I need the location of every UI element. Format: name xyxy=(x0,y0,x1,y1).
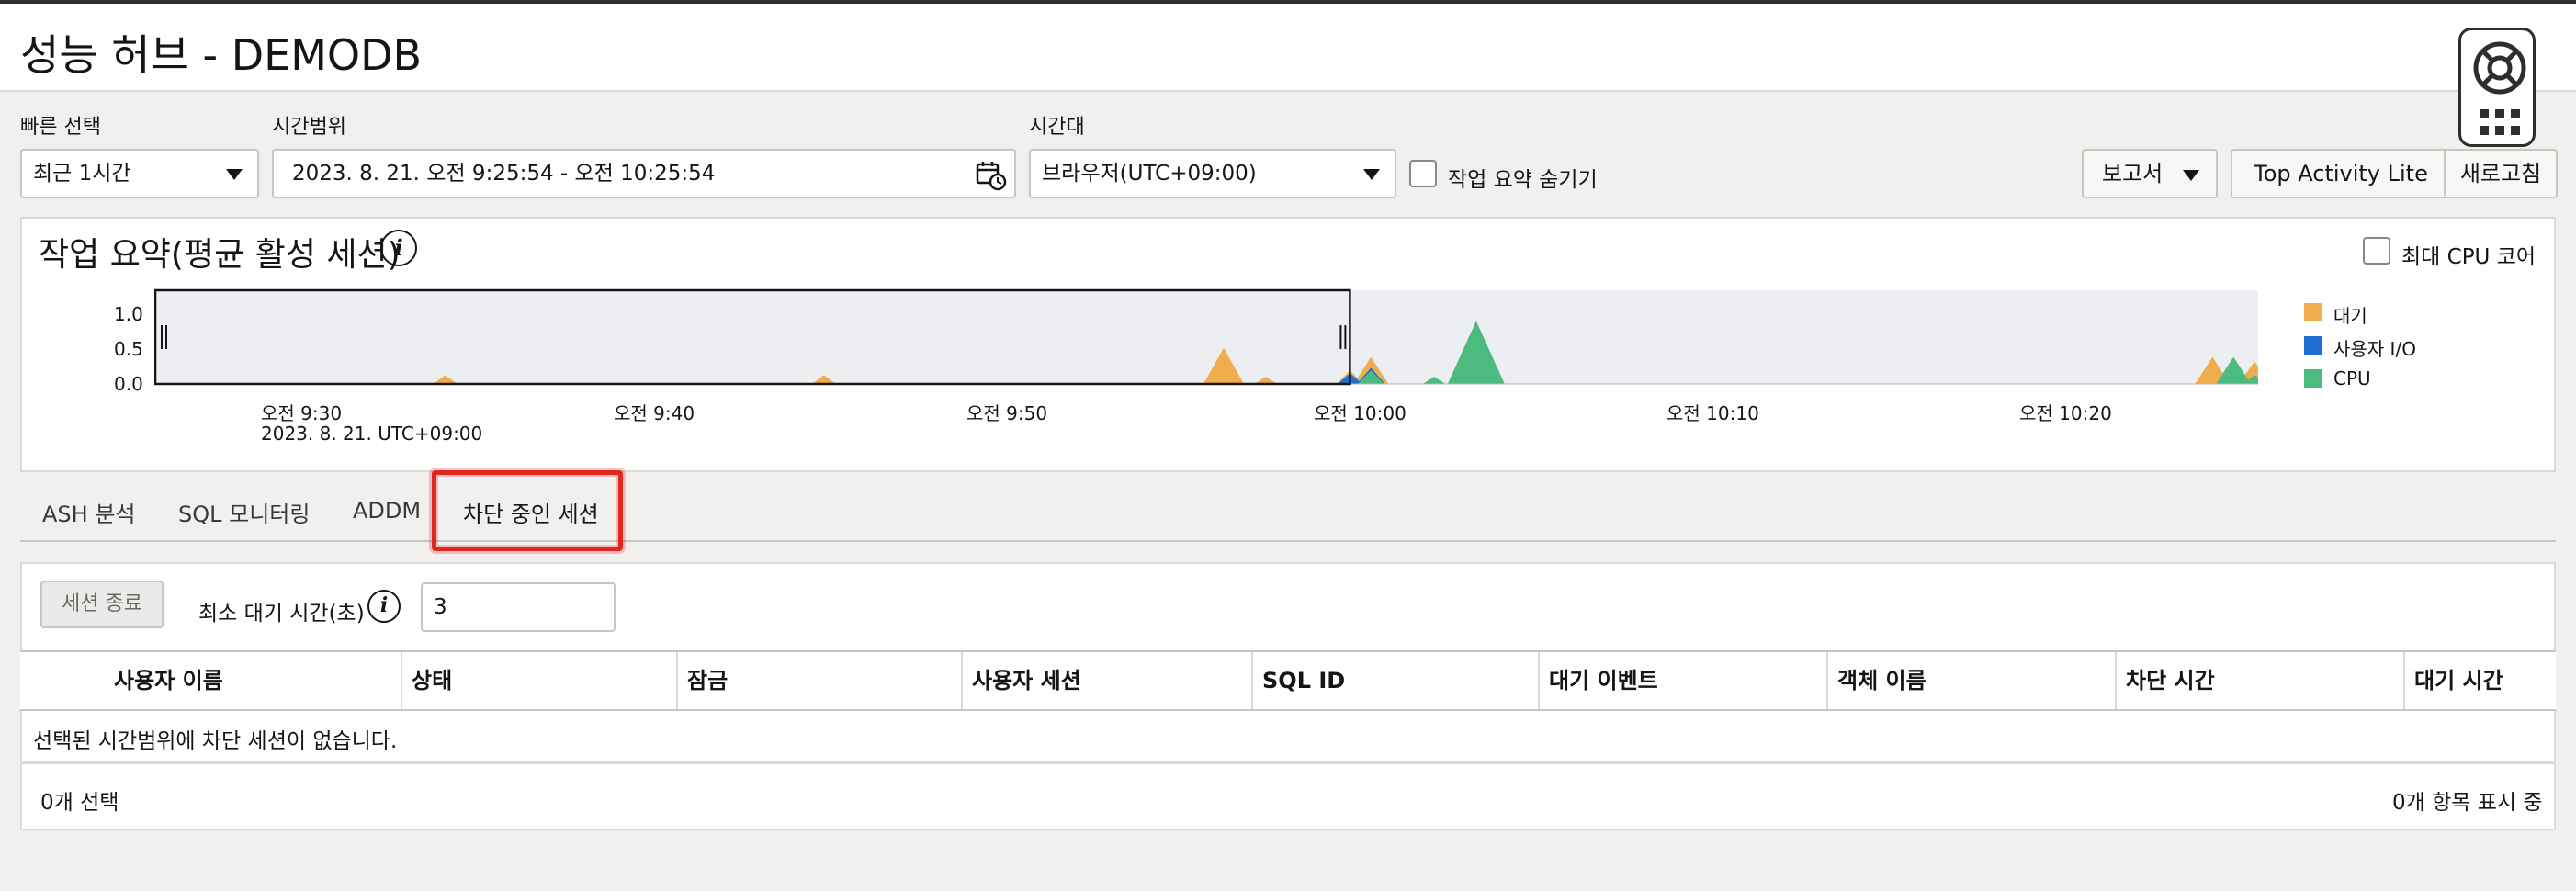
hide-summary-checkbox[interactable] xyxy=(1409,160,1437,187)
column-header[interactable]: 사용자 세션 xyxy=(961,652,1251,709)
info-icon[interactable]: i xyxy=(380,230,417,266)
highlight-annotation xyxy=(432,470,623,551)
y-tick-label: 0.0 xyxy=(114,373,143,395)
tab-ash-analysis[interactable]: ASH 분석 xyxy=(42,496,136,528)
chevron-down-icon xyxy=(1363,169,1380,180)
column-header[interactable]: 잠금 xyxy=(676,652,961,709)
chevron-down-icon xyxy=(2183,170,2199,181)
activity-summary-title: 작업 요약(평균 활성 세션) xyxy=(39,236,401,274)
legend-label-wait: 대기 xyxy=(2333,305,2367,327)
apps-grid-icon xyxy=(2480,109,2520,139)
column-header[interactable]: 상태 xyxy=(401,652,684,709)
end-session-button[interactable]: 세션 종료 xyxy=(40,581,164,628)
page-title: 성능 허브 - DEMODB xyxy=(20,30,423,80)
column-header[interactable]: 객체 이름 xyxy=(1826,652,2115,709)
chevron-down-icon xyxy=(226,169,243,180)
x-tick-label: 오전 9:30 xyxy=(261,402,343,424)
column-header[interactable]: SQL ID xyxy=(1251,652,1538,709)
empty-table-message: 선택된 시간범위에 차단 세션이 없습니다. xyxy=(33,729,398,753)
max-cpu-label: 최대 CPU 코어 xyxy=(2401,245,2536,269)
column-header[interactable]: 대기 시간 xyxy=(2403,652,2556,709)
x-tick-label: 오전 9:40 xyxy=(614,402,695,424)
blocking-table-header: 사용자 이름 상태 잠금 사용자 세션 SQL ID 대기 이벤트 객체 이름 … xyxy=(20,650,2556,711)
lifebuoy-icon xyxy=(2473,41,2526,95)
legend-swatch-cpu xyxy=(2304,369,2322,388)
activity-chart[interactable] xyxy=(154,287,2258,388)
shown-count: 0개 항목 표시 중 xyxy=(2392,791,2543,815)
page-header: 성능 허브 - DEMODB xyxy=(0,4,2576,92)
legend-label-cpu: CPU xyxy=(2333,367,2371,389)
column-header[interactable]: 차단 시간 xyxy=(2115,652,2403,709)
calendar-clock-icon[interactable] xyxy=(976,160,1007,191)
x-tick-label: 오전 10:00 xyxy=(1314,402,1407,424)
tab-addm[interactable]: ADDM xyxy=(353,498,421,524)
time-range-label: 시간범위 xyxy=(272,116,346,139)
quick-select-dropdown[interactable]: 최근 1시간 xyxy=(20,149,259,198)
legend-swatch-wait xyxy=(2304,303,2322,321)
tab-bar-divider xyxy=(20,540,2556,542)
time-range-picker[interactable]: 2023. 8. 21. 오전 9:25:54 - 오전 10:25:54 xyxy=(272,149,1016,198)
min-wait-label: 최소 대기 시간(초) xyxy=(198,602,365,626)
top-activity-lite-button[interactable]: Top Activity Lite xyxy=(2231,149,2451,198)
report-button-label: 보고서 xyxy=(2102,161,2164,186)
column-header[interactable]: 대기 이벤트 xyxy=(1538,652,1826,709)
x-tick-label: 오전 9:50 xyxy=(966,402,1048,424)
report-button[interactable]: 보고서 xyxy=(2082,149,2218,198)
y-tick-label: 0.5 xyxy=(114,338,143,360)
column-header[interactable]: 사용자 이름 xyxy=(20,652,401,709)
refresh-button[interactable]: 새로고침 xyxy=(2444,149,2558,198)
x-tick-label: 오전 10:20 xyxy=(2019,402,2112,424)
quick-select-value: 최근 1시간 xyxy=(33,162,131,186)
chart-background xyxy=(154,290,2258,384)
info-icon[interactable]: i xyxy=(367,590,401,623)
y-tick-label: 1.0 xyxy=(114,303,143,325)
max-cpu-checkbox[interactable] xyxy=(2363,237,2390,265)
min-wait-input[interactable]: 3 xyxy=(421,582,616,632)
timezone-dropdown[interactable]: 브라우저(UTC+09:00) xyxy=(1029,149,1396,198)
x-tick-label: 오전 10:10 xyxy=(1666,402,1759,424)
timezone-value: 브라우저(UTC+09:00) xyxy=(1042,162,1257,186)
help-widget[interactable] xyxy=(2458,28,2536,147)
hide-summary-label: 작업 요약 숨기기 xyxy=(1448,168,1598,192)
timezone-label: 시간대 xyxy=(1029,116,1085,139)
legend-swatch-user-io xyxy=(2304,336,2322,355)
chart-date-label: 2023. 8. 21. UTC+09:00 xyxy=(261,423,483,445)
legend-label-user-io: 사용자 I/O xyxy=(2333,338,2416,360)
quick-select-label: 빠른 선택 xyxy=(20,116,101,139)
tab-sql-monitoring[interactable]: SQL 모니터링 xyxy=(178,496,310,528)
selected-count: 0개 선택 xyxy=(40,791,119,815)
table-bottom-border xyxy=(20,761,2556,764)
time-range-value: 2023. 8. 21. 오전 9:25:54 - 오전 10:25:54 xyxy=(292,162,716,186)
